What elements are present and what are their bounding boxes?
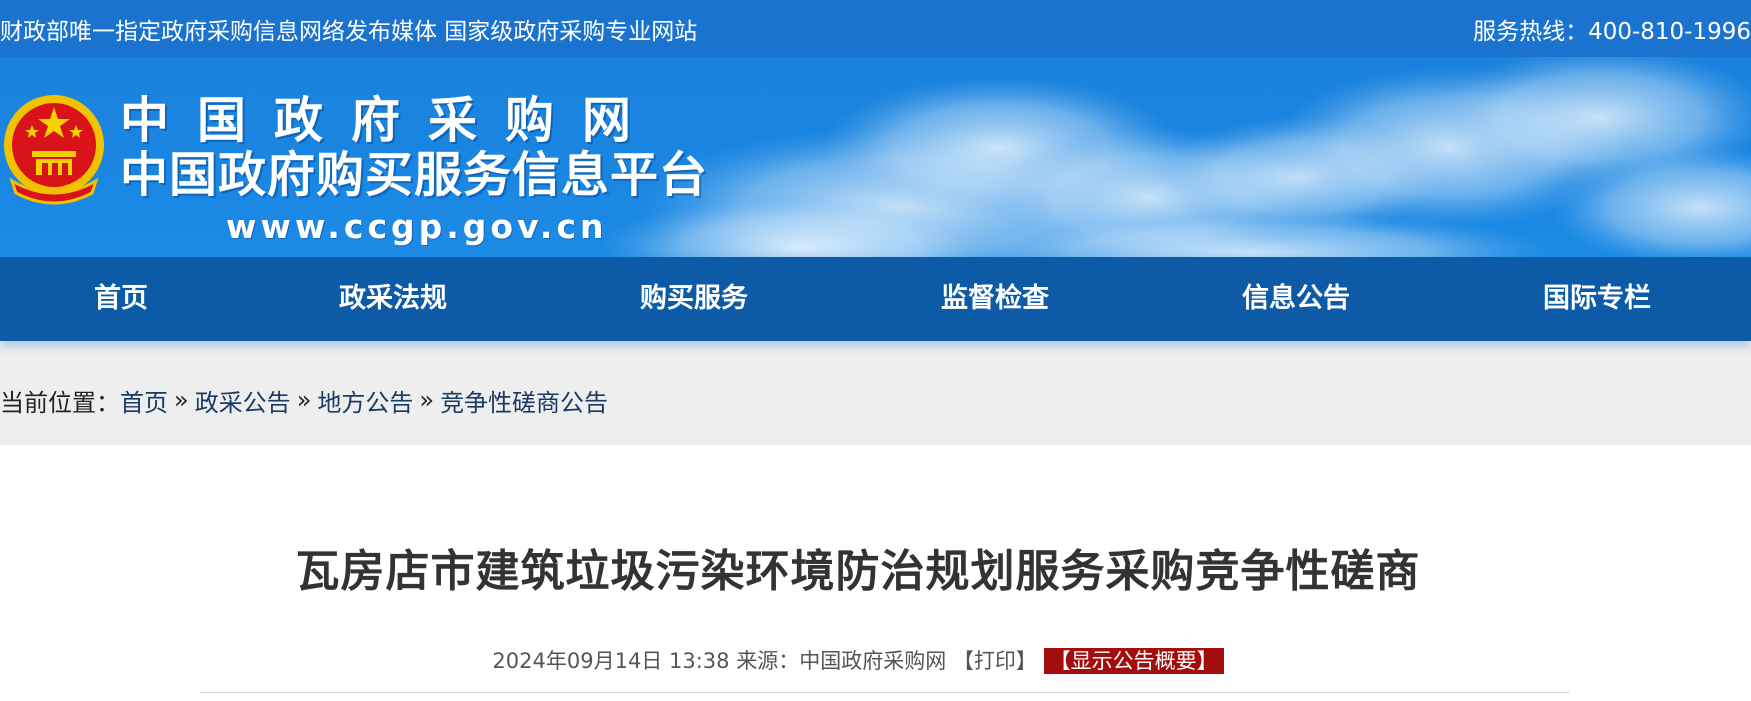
print-link[interactable]: 【打印】 bbox=[953, 649, 1037, 673]
nav-item-home[interactable]: 首页 bbox=[94, 257, 148, 341]
breadcrumb-separator: » bbox=[174, 386, 189, 414]
divider bbox=[200, 692, 1570, 693]
nav-item-announcements[interactable]: 信息公告 bbox=[1242, 257, 1350, 341]
breadcrumb-home[interactable]: 首页 bbox=[120, 383, 168, 418]
site-slogan: 财政部唯一指定政府采购信息网络发布媒体 国家级政府采购专业网站 bbox=[0, 18, 698, 45]
article-content: 瓦房店市建筑垃圾污染环境防治规划服务采购竞争性磋商 2024年09月14日 13… bbox=[0, 445, 1751, 701]
breadcrumb: 当前位置： 首页 » 政采公告 » 地方公告 » 竞争性磋商公告 bbox=[0, 341, 1751, 445]
site-url: www.ccgp.gov.cn bbox=[226, 207, 608, 246]
show-summary-button[interactable]: 【显示公告概要】 bbox=[1043, 648, 1224, 674]
breadcrumb-separator: » bbox=[419, 386, 435, 414]
breadcrumb-competitive-negotiation[interactable]: 竞争性磋商公告 bbox=[440, 383, 608, 418]
breadcrumb-local-announcements[interactable]: 地方公告 bbox=[317, 383, 413, 418]
national-emblem-icon bbox=[4, 95, 104, 205]
service-hotline: 服务热线：400-810-1996 bbox=[1473, 18, 1751, 45]
site-name: 中国政府采购网 bbox=[120, 92, 660, 149]
breadcrumb-separator: » bbox=[296, 386, 312, 414]
source-label: 来源： bbox=[736, 649, 800, 673]
publish-datetime: 2024年09月14日 13:38 bbox=[492, 649, 730, 673]
site-logo[interactable]: 中国政府采购网 中国政府购买服务信息平台 www.ccgp.gov.cn bbox=[0, 57, 707, 257]
breadcrumb-gov-procurement[interactable]: 政采公告 bbox=[195, 383, 291, 418]
nav-item-supervision[interactable]: 监督检查 bbox=[941, 257, 1049, 341]
nav-item-regulations[interactable]: 政采法规 bbox=[339, 257, 447, 341]
article-title: 瓦房店市建筑垃圾污染环境防治规划服务采购竞争性磋商 bbox=[295, 546, 1421, 597]
source-name: 中国政府采购网 bbox=[799, 649, 947, 673]
site-banner: 中国政府采购网 中国政府购买服务信息平台 www.ccgp.gov.cn bbox=[0, 57, 1751, 257]
site-subtitle: 中国政府购买服务信息平台 bbox=[120, 147, 709, 203]
article-meta: 2024年09月14日 13:38 来源：中国政府采购网 【打印】 【显示公告概… bbox=[0, 645, 1716, 675]
nav-item-purchase-services[interactable]: 购买服务 bbox=[640, 257, 748, 341]
nav-item-international[interactable]: 国际专栏 bbox=[1543, 257, 1651, 341]
top-strip: 财政部唯一指定政府采购信息网络发布媒体 国家级政府采购专业网站 服务热线：400… bbox=[0, 0, 1751, 57]
breadcrumb-prefix: 当前位置： bbox=[0, 388, 120, 417]
main-nav: 首页 政采法规 购买服务 监督检查 信息公告 国际专栏 bbox=[0, 257, 1751, 341]
